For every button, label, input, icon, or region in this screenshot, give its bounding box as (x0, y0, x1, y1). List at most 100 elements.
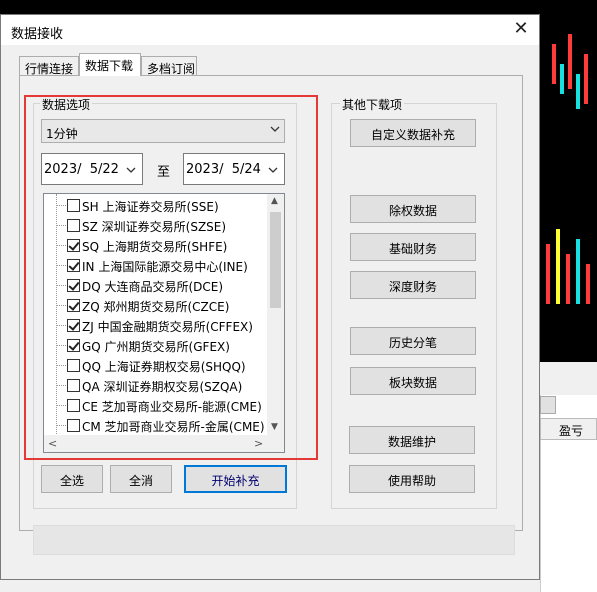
clear-all-button[interactable]: 全消 (110, 465, 172, 493)
scroll-down-icon[interactable]: ▼ (271, 422, 278, 432)
tree-branch (56, 345, 66, 346)
checkbox-unchecked[interactable] (67, 359, 80, 372)
market-label: ZQ 郑州期货交易所(CZCE) (82, 300, 230, 314)
select-all-label: 全选 (59, 474, 84, 488)
start-date-picker[interactable]: 2023/ 5/22 (41, 153, 143, 185)
tree-branch (56, 225, 66, 226)
data-maintenance-button[interactable]: 数据维护 (349, 426, 475, 454)
list-vertical-scrollbar[interactable]: ▲ ▼ (267, 194, 284, 436)
title-bar: 数据接收 ✕ (1, 15, 539, 45)
tree-branch (56, 305, 66, 306)
checkbox-unchecked[interactable] (67, 219, 80, 232)
custom-fill-label: 自定义数据补充 (370, 128, 455, 142)
chevron-down-icon (268, 167, 278, 173)
market-list-item[interactable]: QQ 上海证券期权交易(SHQQ) (44, 356, 268, 376)
tree-branch (56, 285, 66, 286)
scroll-left-icon[interactable]: < (48, 437, 57, 450)
custom-fill-button[interactable]: 自定义数据补充 (350, 119, 476, 147)
start-date-value: 2023/ 5/22 (44, 162, 119, 177)
background-app-ticker (0, 0, 597, 14)
market-list-item[interactable]: SQ 上海期货交易所(SHFE) (44, 236, 268, 256)
background-chart (538, 14, 597, 364)
select-all-button[interactable]: 全选 (41, 465, 103, 493)
tick-history-button[interactable]: 历史分笔 (350, 327, 476, 355)
dialog-title: 数据接收 (11, 27, 64, 42)
period-value: 1分钟 (46, 127, 78, 141)
market-label: IN 上海国际能源交易中心(INE) (82, 260, 248, 274)
market-label: DQ 大连商品交易所(DCE) (82, 280, 224, 294)
basic-finance-label: 基础财务 (388, 242, 437, 256)
help-label: 使用帮助 (387, 474, 436, 488)
deep-finance-label: 深度财务 (388, 280, 437, 294)
checkbox-checked[interactable] (67, 279, 80, 292)
tree-branch (56, 365, 66, 366)
scroll-thumb[interactable] (270, 212, 281, 308)
market-list-item[interactable]: QA 深圳证券期权交易(SZQA) (44, 376, 268, 396)
tab-market-connection[interactable]: 行情连接 (19, 56, 79, 76)
profit-header-label: 盈亏 (559, 424, 584, 438)
checkbox-unchecked[interactable] (67, 199, 80, 212)
sector-data-button[interactable]: 板块数据 (350, 367, 476, 395)
market-list-item[interactable]: ZJ 中国金融期货交易所(CFFEX) (44, 316, 268, 336)
checkbox-checked[interactable] (67, 239, 80, 252)
end-date-picker[interactable]: 2023/ 5/24 (183, 153, 285, 185)
start-fill-label: 开始补充 (211, 474, 260, 488)
basic-finance-button[interactable]: 基础财务 (350, 233, 476, 261)
background-button (540, 396, 556, 414)
scroll-up-icon[interactable]: ▲ (271, 196, 278, 206)
market-label: CM 芝加哥商业交易所-金属(CME) (82, 420, 265, 434)
scroll-right-icon[interactable]: > (254, 437, 263, 450)
market-label: SZ 深圳证券交易所(SZSE) (82, 220, 227, 234)
data-maintenance-label: 数据维护 (387, 435, 436, 449)
checkbox-checked[interactable] (67, 299, 80, 312)
deep-finance-button[interactable]: 深度财务 (350, 271, 476, 299)
market-label: ZJ 中国金融期货交易所(CFFEX) (82, 320, 253, 334)
tab-multi-level-subscription[interactable]: 多档订阅 (141, 56, 197, 76)
ex-rights-button[interactable]: 除权数据 (350, 195, 476, 223)
market-label: GQ 广州期货交易所(GFEX) (82, 340, 230, 354)
checkbox-unchecked[interactable] (67, 399, 80, 412)
checkbox-checked[interactable] (67, 339, 80, 352)
list-horizontal-scrollbar[interactable]: < > (44, 435, 284, 452)
tree-branch (56, 425, 66, 426)
market-list-item[interactable]: SH 上海证券交易所(SSE) (44, 196, 268, 216)
market-list-item[interactable]: DQ 大连商品交易所(DCE) (44, 276, 268, 296)
market-list-item[interactable]: SZ 深圳证券交易所(SZSE) (44, 216, 268, 236)
start-fill-button[interactable]: 开始补充 (184, 465, 287, 493)
market-list-item[interactable]: IN 上海国际能源交易中心(INE) (44, 256, 268, 276)
market-label: QA 深圳证券期权交易(SZQA) (82, 380, 243, 394)
clear-all-label: 全消 (128, 474, 153, 488)
date-to-label: 至 (157, 165, 171, 180)
market-list-item[interactable]: GQ 广州期货交易所(GFEX) (44, 336, 268, 356)
checkbox-unchecked[interactable] (67, 379, 80, 392)
data-options-label: 数据选项 (40, 96, 93, 113)
market-list-item[interactable]: ZQ 郑州期货交易所(CZCE) (44, 296, 268, 316)
data-receive-dialog: 数据接收 ✕ 行情连接 数据下载 多档订阅 数据选项 其他下载项 1分钟 202… (0, 14, 540, 580)
market-label: QQ 上海证券期权交易(SHQQ) (82, 360, 246, 374)
other-downloads-label: 其他下载项 (340, 96, 405, 113)
end-date-value: 2023/ 5/24 (186, 162, 261, 177)
checkbox-unchecked[interactable] (67, 419, 80, 432)
tree-branch (56, 265, 66, 266)
background-profit-header: 盈亏 (540, 418, 597, 440)
market-label: SQ 上海期货交易所(SHFE) (82, 240, 228, 254)
market-list[interactable]: SH 上海证券交易所(SSE) SZ 深圳证券交易所(SZSE) SQ 上海期货交易… (43, 193, 285, 453)
close-icon[interactable]: ✕ (511, 19, 531, 39)
market-label: SH 上海证券交易所(SSE) (82, 200, 219, 214)
ex-rights-label: 除权数据 (388, 204, 437, 218)
market-list-item[interactable]: CE 芝加哥商业交易所-能源(CME) (44, 396, 268, 416)
market-list-item[interactable]: CM 芝加哥商业交易所-金属(CME) (44, 416, 268, 436)
chevron-down-icon (270, 126, 280, 132)
tree-branch (56, 405, 66, 406)
tab-data-download[interactable]: 数据下载 (79, 53, 141, 76)
market-label: CE 芝加哥商业交易所-能源(CME) (82, 400, 262, 414)
sector-data-label: 板块数据 (388, 376, 437, 390)
tree-branch (56, 205, 66, 206)
period-select[interactable]: 1分钟 (41, 119, 285, 143)
help-button[interactable]: 使用帮助 (349, 465, 475, 493)
tree-branch (56, 385, 66, 386)
checkbox-checked[interactable] (67, 319, 80, 332)
tree-branch (56, 325, 66, 326)
checkbox-checked[interactable] (67, 259, 80, 272)
chevron-down-icon (126, 167, 136, 173)
